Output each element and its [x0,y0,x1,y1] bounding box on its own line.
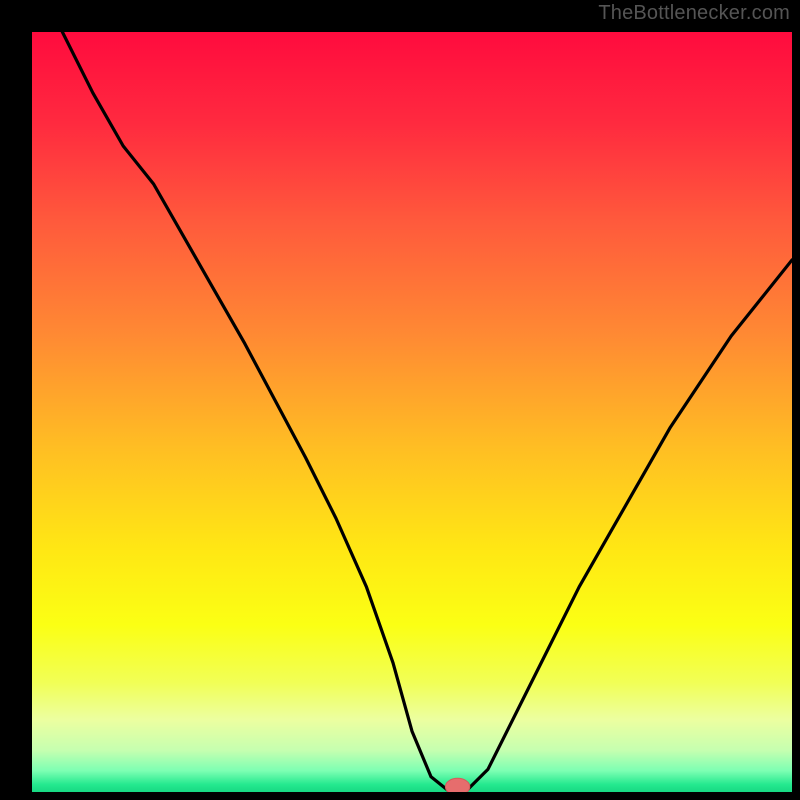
plot-area [32,32,792,792]
gradient-background [32,32,792,792]
optimal-point-marker [445,778,469,792]
outer-black-frame [12,12,788,788]
watermark-text: TheBottlenecker.com [598,2,790,25]
bottleneck-chart [32,32,792,792]
